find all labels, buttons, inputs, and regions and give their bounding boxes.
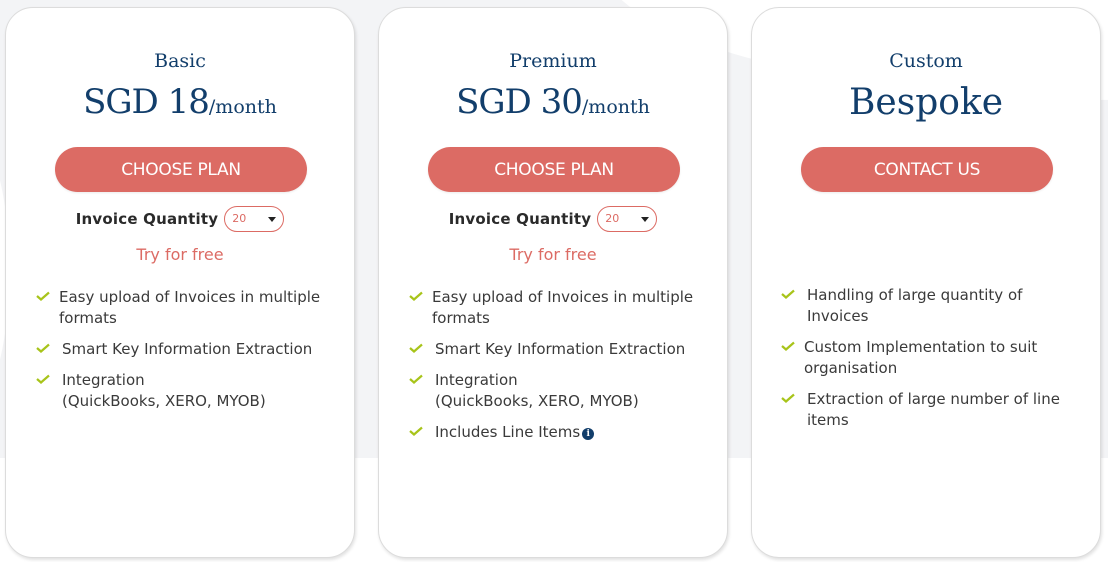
feature-text: Smart Key Information Extraction xyxy=(62,340,313,358)
feature-item: Easy upload of Invoices in multiple form… xyxy=(409,287,705,329)
check-icon xyxy=(781,341,795,351)
feature-item: Smart Key Information Extraction xyxy=(409,339,705,360)
plan-card-basic: Basic SGD 18/month CHOOSE PLAN Invoice Q… xyxy=(5,7,355,558)
feature-text-line2: (QuickBooks, XERO, MYOB) xyxy=(62,392,266,410)
feature-text-line2: (QuickBooks, XERO, MYOB) xyxy=(435,392,639,410)
invoice-quantity-row: Invoice Quantity 20 xyxy=(6,205,354,233)
plan-card-custom: Custom Bespoke CONTACT US Handling of la… xyxy=(751,7,1101,558)
feature-text: Includes Line Items xyxy=(435,423,581,441)
invoice-quantity-select[interactable]: 20 xyxy=(224,206,285,232)
feature-text: Custom Implementation to suit organisati… xyxy=(804,338,1038,377)
plan-name: Basic xyxy=(154,50,206,72)
feature-item: Extraction of large number of line items xyxy=(781,389,1078,431)
check-icon xyxy=(36,374,50,384)
plan-price: SGD 18/month xyxy=(6,82,354,122)
plan-name: Custom xyxy=(889,50,963,72)
check-icon xyxy=(409,343,423,353)
feature-item: Handling of large quantity of Invoices xyxy=(781,285,1078,327)
feature-text: Easy upload of Invoices in multiple form… xyxy=(59,288,321,327)
price-period: /month xyxy=(208,96,277,118)
plan-price: Bespoke xyxy=(752,82,1100,123)
check-icon xyxy=(781,289,795,299)
invoice-quantity-label: Invoice Quantity xyxy=(448,210,592,228)
try-for-free-link[interactable]: Try for free xyxy=(6,245,354,264)
feature-list: Handling of large quantity of Invoices C… xyxy=(781,285,1078,441)
feature-text: Extraction of large number of line items xyxy=(807,390,1060,429)
invoice-quantity-label: Invoice Quantity xyxy=(75,210,219,228)
choose-plan-button[interactable]: CHOOSE PLAN xyxy=(55,147,307,192)
invoice-quantity-value: 20 xyxy=(232,212,247,225)
invoice-quantity-select[interactable]: 20 xyxy=(597,206,658,232)
check-icon xyxy=(36,343,50,353)
feature-item: Includes Line Items i xyxy=(409,422,705,443)
feature-text: Easy upload of Invoices in multiple form… xyxy=(432,288,694,327)
info-icon[interactable]: i xyxy=(582,428,595,440)
caret-down-icon xyxy=(641,217,650,222)
feature-item: Integration (QuickBooks, XERO, MYOB) xyxy=(36,370,332,412)
price-amount: Bespoke xyxy=(848,82,1004,123)
feature-item: Smart Key Information Extraction xyxy=(36,339,332,360)
invoice-quantity-row: Invoice Quantity 20 xyxy=(379,205,727,233)
price-amount: SGD 30 xyxy=(456,82,583,122)
price-amount: SGD 18 xyxy=(83,82,210,122)
plan-name: Premium xyxy=(509,50,597,72)
check-icon xyxy=(409,374,423,384)
caret-down-icon xyxy=(268,217,277,222)
feature-list: Easy upload of Invoices in multiple form… xyxy=(409,287,705,453)
price-period: /month xyxy=(581,96,650,118)
contact-us-button[interactable]: CONTACT US xyxy=(801,147,1053,192)
feature-item: Integration (QuickBooks, XERO, MYOB) xyxy=(409,370,705,412)
choose-plan-button[interactable]: CHOOSE PLAN xyxy=(428,147,680,192)
feature-list: Easy upload of Invoices in multiple form… xyxy=(36,287,332,422)
feature-text: Handling of large quantity of Invoices xyxy=(807,286,1023,325)
check-icon xyxy=(409,291,423,301)
plan-price: SGD 30/month xyxy=(379,82,727,122)
feature-text-line1: Integration xyxy=(435,371,518,389)
feature-item: Easy upload of Invoices in multiple form… xyxy=(36,287,332,329)
feature-text: Smart Key Information Extraction xyxy=(435,340,686,358)
check-icon xyxy=(36,291,50,301)
feature-item: Custom Implementation to suit organisati… xyxy=(781,337,1078,379)
feature-text-line1: Integration xyxy=(62,371,145,389)
plan-card-premium: Premium SGD 30/month CHOOSE PLAN Invoice… xyxy=(378,7,728,558)
check-icon xyxy=(781,393,795,403)
invoice-quantity-value: 20 xyxy=(605,212,620,225)
try-for-free-link[interactable]: Try for free xyxy=(379,245,727,264)
check-icon xyxy=(409,426,423,436)
